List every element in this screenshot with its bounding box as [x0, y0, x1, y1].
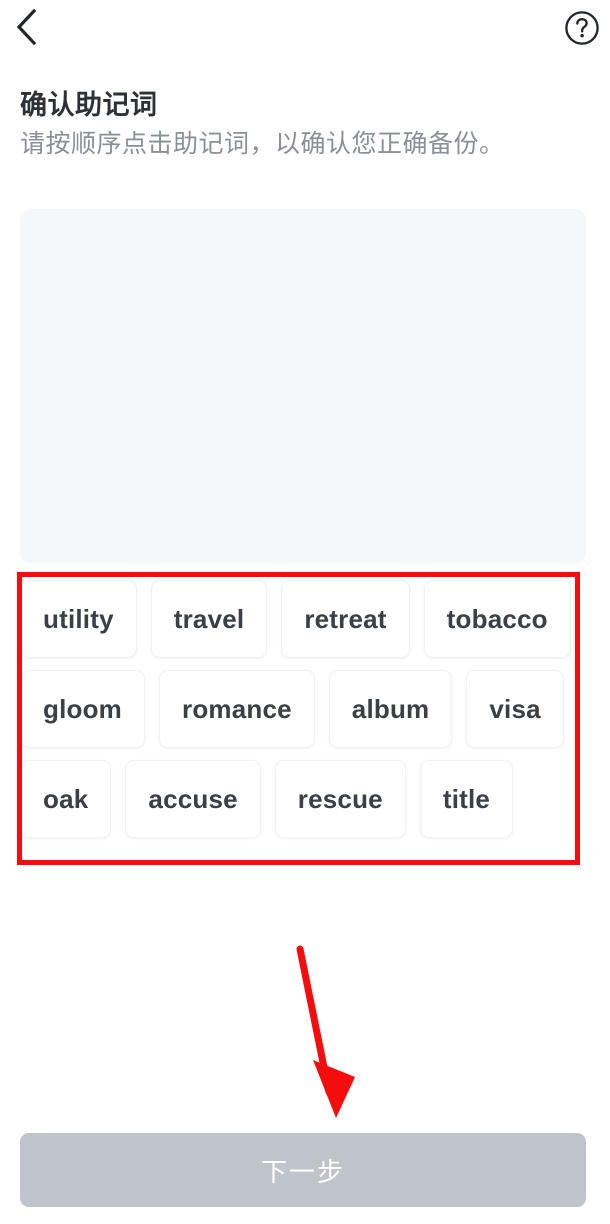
back-button[interactable]	[4, 4, 48, 50]
word-pool-row: utility travel retreat tobacco	[20, 580, 590, 658]
word-chip[interactable]: utility	[20, 580, 137, 658]
top-bar	[0, 0, 610, 58]
word-pool-row: gloom romance album visa	[20, 670, 590, 748]
word-chip[interactable]: visa	[466, 670, 564, 748]
next-button[interactable]: 下一步	[20, 1133, 586, 1207]
word-chip[interactable]: tobacco	[423, 580, 571, 658]
chevron-left-icon	[13, 8, 39, 46]
word-pool: utility travel retreat tobacco gloom rom…	[20, 580, 590, 850]
word-chip[interactable]: retreat	[281, 580, 410, 658]
word-chip[interactable]: gloom	[20, 670, 145, 748]
selected-words-dropzone[interactable]	[20, 209, 586, 563]
help-button[interactable]	[560, 6, 604, 50]
word-chip[interactable]: rescue	[274, 760, 406, 838]
word-chip[interactable]: accuse	[125, 760, 261, 838]
word-chip[interactable]: title	[419, 760, 514, 838]
word-chip[interactable]: travel	[150, 580, 268, 658]
word-chip[interactable]: album	[328, 670, 453, 748]
page-subtitle: 请按顺序点击助记词，以确认您正确备份。	[20, 130, 505, 158]
heading-block: 确认助记词 请按顺序点击助记词，以确认您正确备份。	[20, 88, 590, 161]
word-chip[interactable]: romance	[159, 670, 315, 748]
page-title: 确认助记词	[20, 90, 158, 120]
word-chip[interactable]: oak	[20, 760, 112, 838]
word-pool-row: oak accuse rescue title	[20, 760, 590, 838]
question-mark-circle-icon	[564, 10, 600, 46]
